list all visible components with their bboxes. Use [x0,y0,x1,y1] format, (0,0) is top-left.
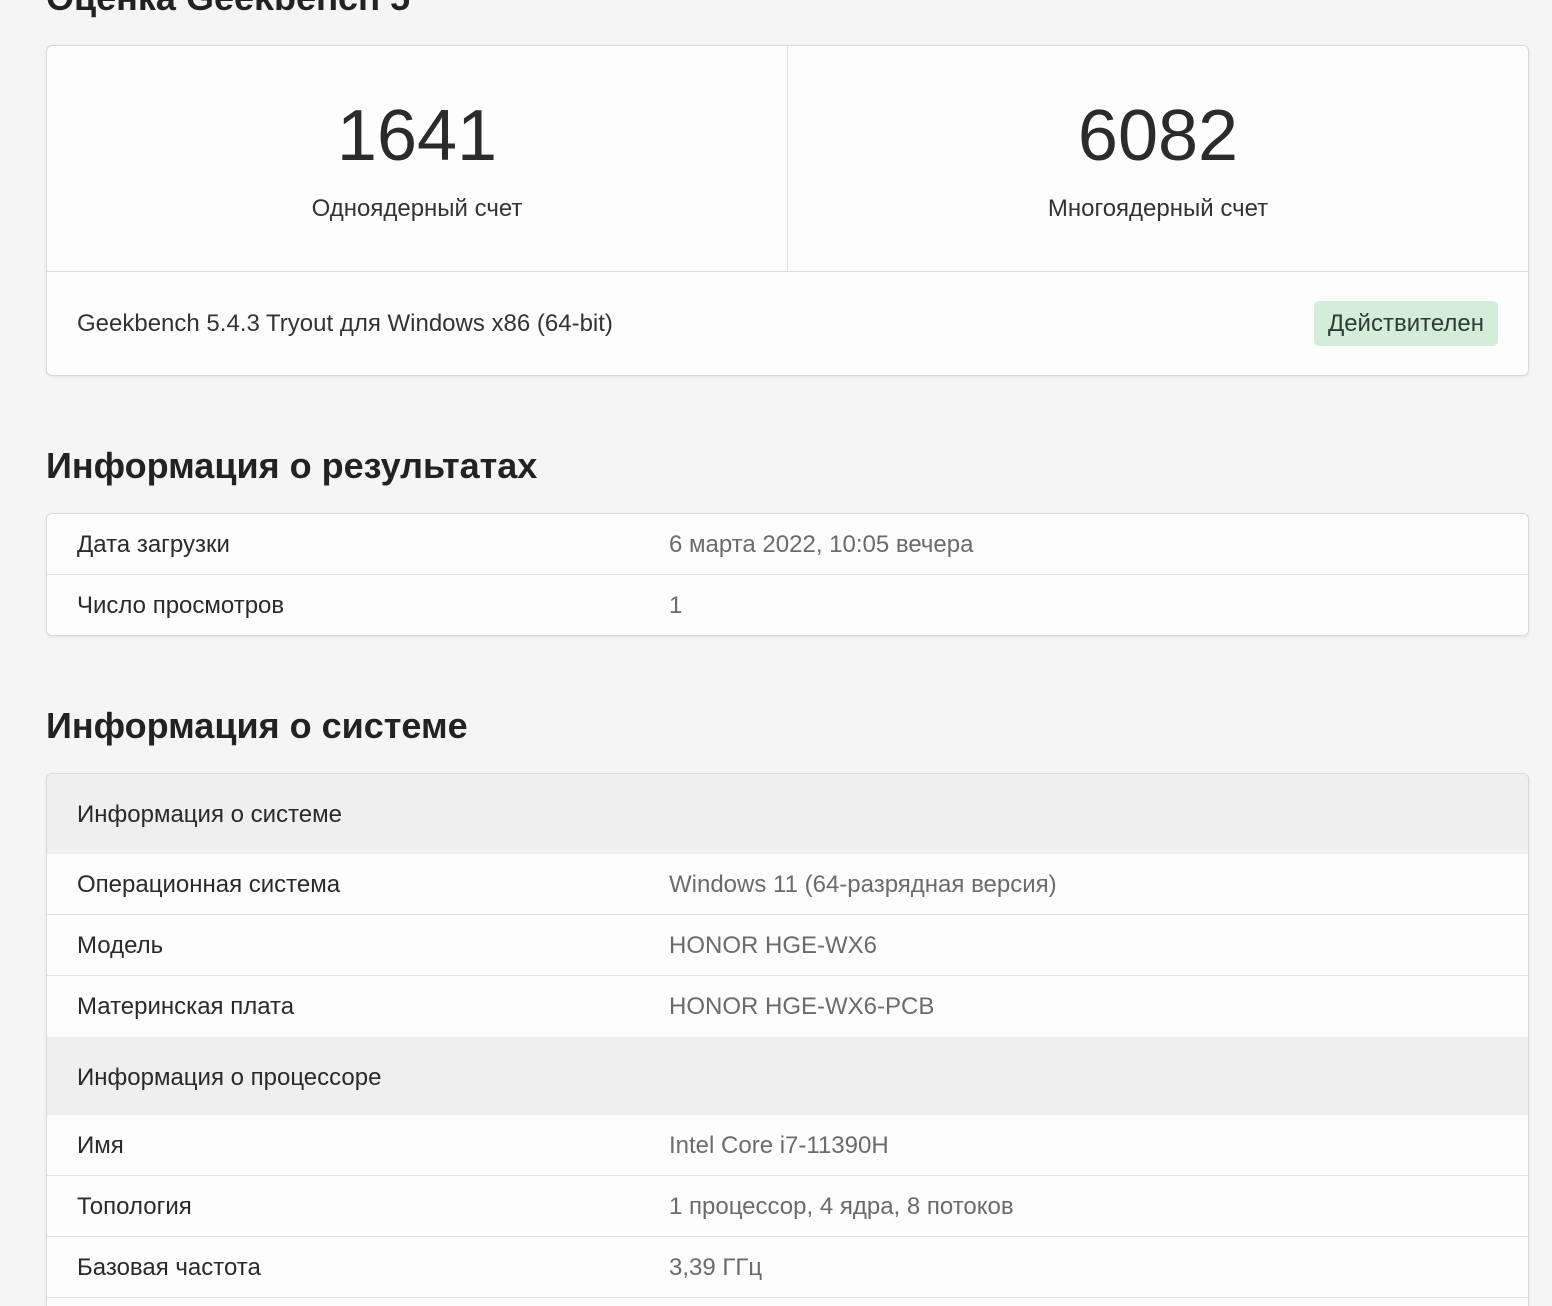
row-key: Топология [77,1193,192,1220]
page: Оценка Geekbench 5 1641 Одноядерный счет… [0,0,1552,1306]
row-value: HONOR HGE-WX6-PCB [669,993,935,1020]
row-key: Базовая частота [77,1254,261,1281]
row-key: Модель [77,932,164,959]
single-core-score-label: Одноядерный счет [311,195,523,222]
row-value: 1 процессор, 4 ядра, 8 потоков [669,1193,1014,1220]
table-row: Материнская плата HONOR HGE-WX6-PCB [47,976,1528,1037]
row-value: 3,39 ГГц [669,1254,763,1281]
row-key: Дата загрузки [77,531,230,558]
row-key: Операционная система [77,871,341,898]
multi-core-score: 6082 Многоядерный счет [787,46,1528,271]
table-row: Топология 1 процессор, 4 ядра, 8 потоков [47,1176,1528,1237]
group-header-label: Информация о системе [77,801,342,828]
row-key: Материнская плата [77,993,295,1020]
score-footer: Geekbench 5.4.3 Tryout для Windows x86 (… [47,272,1528,375]
single-core-score: 1641 Одноядерный счет [47,46,787,271]
single-core-score-value: 1641 [336,96,498,176]
row-value: Windows 11 (64-разрядная версия) [669,871,1057,898]
group-header-system: Информация о системе [47,774,1528,854]
multi-core-score-value: 6082 [1077,96,1239,176]
status-badge: Действителен [1313,301,1498,346]
row-key: Число просмотров [77,592,285,619]
table-row: Число просмотров 1 [47,575,1528,635]
row-key: Имя [77,1132,124,1159]
row-value: HONOR HGE-WX6 [669,932,878,959]
scores-row: 1641 Одноядерный счет 6082 Многоядерный … [47,46,1528,272]
group-header-label: Информация о процессоре [77,1064,382,1091]
geekbench-version: Geekbench 5.4.3 Tryout для Windows x86 (… [77,310,613,337]
system-info-title: Информация о системе [46,705,468,746]
results-info-card: Дата загрузки 6 марта 2022, 10:05 вечера… [46,513,1529,636]
row-value: 6 марта 2022, 10:05 вечера [669,531,974,558]
geekbench-score-title: Оценка Geekbench 5 [46,0,410,18]
table-row: Базовая частота 3,39 ГГц [47,1237,1528,1298]
results-info-title: Информация о результатах [46,445,538,486]
multi-core-score-label: Многоядерный счет [1047,195,1269,222]
score-card: 1641 Одноядерный счет 6082 Многоядерный … [46,45,1529,376]
table-row: Дата загрузки 6 марта 2022, 10:05 вечера [47,514,1528,575]
row-value: Intel Core i7-11390H [669,1132,889,1159]
table-row: Имя Intel Core i7-11390H [47,1115,1528,1176]
group-header-processor: Информация о процессоре [47,1037,1528,1115]
system-info-card: Информация о системе Операционная систем… [46,773,1529,1306]
table-row: Операционная система Windows 11 (64-разр… [47,854,1528,915]
table-row: Модель HONOR HGE-WX6 [47,915,1528,976]
row-value: 1 [669,592,683,619]
